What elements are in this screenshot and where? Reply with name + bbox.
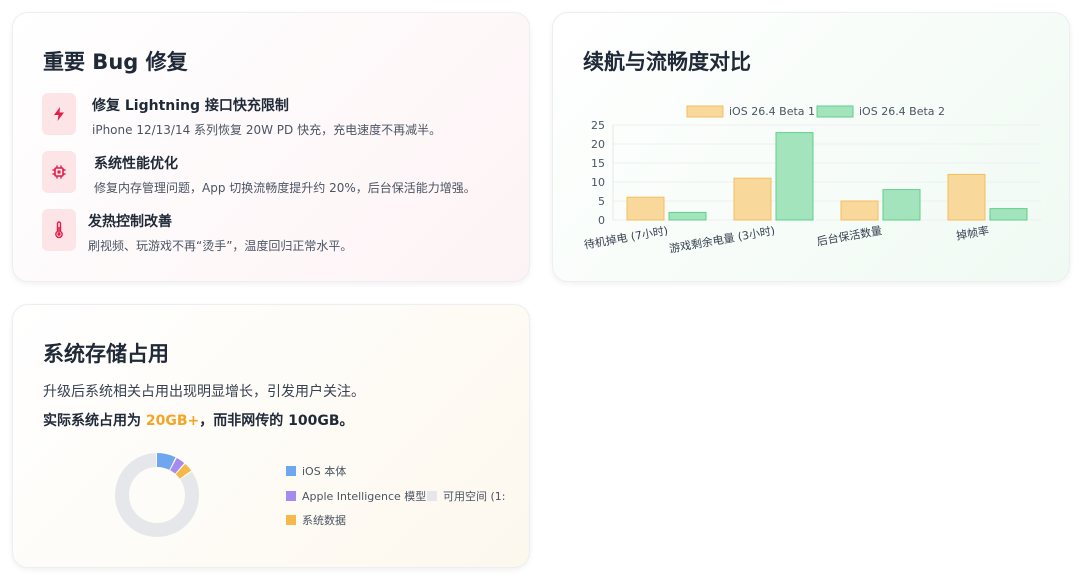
usage-suffix: ，而非网传的 100GB。: [199, 413, 354, 429]
legend-item-ios: iOS 本体: [286, 463, 346, 479]
lightning-icon: [42, 93, 76, 135]
bar: [989, 208, 1028, 221]
bar: [668, 211, 707, 221]
bar: [733, 177, 772, 221]
y-tick-label: 10: [591, 176, 605, 189]
fix-title: 修复 Lightning 接口快充限制: [92, 98, 289, 114]
storage-donut-chart: [115, 453, 199, 537]
legend-swatch: [686, 105, 724, 118]
bar: [626, 196, 665, 221]
legend-item-ai-model: Apple Intelligence 模型: [286, 488, 426, 504]
bar: [775, 132, 814, 221]
battery-comparison-card: 续航与流畅度对比 iOS 26.4 Beta 1 iOS 26.4 Beta 2 0…: [552, 12, 1070, 282]
bar: [882, 189, 921, 221]
x-tick-label: 待机掉电 (7小时): [583, 223, 669, 252]
storage-actual-usage: 实际系统占用为 20GB+，而非网传的 100GB。: [43, 410, 354, 430]
y-tick-label: 5: [598, 195, 605, 208]
y-tick-label: 25: [591, 119, 605, 132]
legend-swatch: [427, 491, 437, 501]
storage-description: 升级后系统相关占用出现明显增长，引发用户关注。: [43, 384, 365, 400]
legend-swatch: [816, 105, 854, 118]
fix-desc: 修复内存管理问题，App 切换流畅度提升约 20%，后台保活能力增强。: [94, 181, 476, 195]
legend-entry: iOS 26.4 Beta 1: [686, 105, 815, 118]
legend-swatch: [286, 466, 296, 476]
x-tick-label: 掉帧率: [955, 223, 990, 243]
legend-label: 系统数据: [302, 514, 346, 527]
legend-swatch: [286, 491, 296, 501]
x-tick-label: 后台保活数量: [816, 223, 883, 248]
fix-item-performance: 系统性能优化 修复内存管理问题，App 切换流畅度提升约 20%，后台保活能力增…: [42, 151, 512, 197]
storage-card-title: 系统存储占用: [43, 342, 169, 366]
bug-fix-title: 重要 Bug 修复: [43, 50, 188, 74]
chip-icon: [42, 151, 76, 193]
fix-desc: 刷视频、玩游戏不再“烫手”，温度回归正常水平。: [88, 239, 353, 253]
bar: [840, 200, 879, 221]
legend-item-system-data: 系统数据: [286, 512, 346, 528]
legend-label: Apple Intelligence 模型: [302, 490, 427, 503]
y-tick-label: 20: [591, 138, 605, 151]
legend-label: 可用空间 (1:: [443, 490, 506, 503]
legend-item-free-space: 可用空间 (1:: [427, 488, 517, 504]
bar: [947, 173, 986, 221]
fix-desc: iPhone 12/13/14 系列恢复 20W PD 快充，充电速度不再减半。: [92, 123, 442, 137]
y-tick-label: 15: [591, 157, 605, 170]
usage-prefix: 实际系统占用为: [43, 413, 146, 429]
fix-title: 发热控制改善: [88, 214, 172, 230]
thermometer-icon: [42, 209, 76, 251]
x-tick-label: 游戏剩余电量 (3小时): [668, 223, 776, 255]
comparison-bar-chart: iOS 26.4 Beta 1 iOS 26.4 Beta 2 0 5 10 15 20 25…: [583, 105, 1041, 256]
usage-highlight: 20GB+: [145, 413, 200, 429]
legend-label: iOS 26.4 Beta 2: [859, 105, 945, 118]
storage-card: 系统存储占用 升级后系统相关占用出现明显增长，引发用户关注。 实际系统占用为 2…: [12, 304, 530, 568]
battery-card-title: 续航与流畅度对比: [583, 50, 751, 74]
bug-fix-card: 重要 Bug 修复 修复 Lightning 接口快充限制 iPhone 12/…: [12, 12, 530, 282]
legend-entry: iOS 26.4 Beta 2: [816, 105, 945, 118]
fix-item-lightning: 修复 Lightning 接口快充限制 iPhone 12/13/14 系列恢复…: [42, 93, 512, 139]
fix-title: 系统性能优化: [94, 156, 178, 172]
legend-label: iOS 26.4 Beta 1: [729, 105, 815, 118]
y-tick-label: 0: [598, 214, 605, 227]
fix-item-thermal: 发热控制改善 刷视频、玩游戏不再“烫手”，温度回归正常水平。: [42, 209, 512, 255]
legend-swatch: [286, 515, 296, 525]
legend-label: iOS 本体: [302, 465, 347, 478]
